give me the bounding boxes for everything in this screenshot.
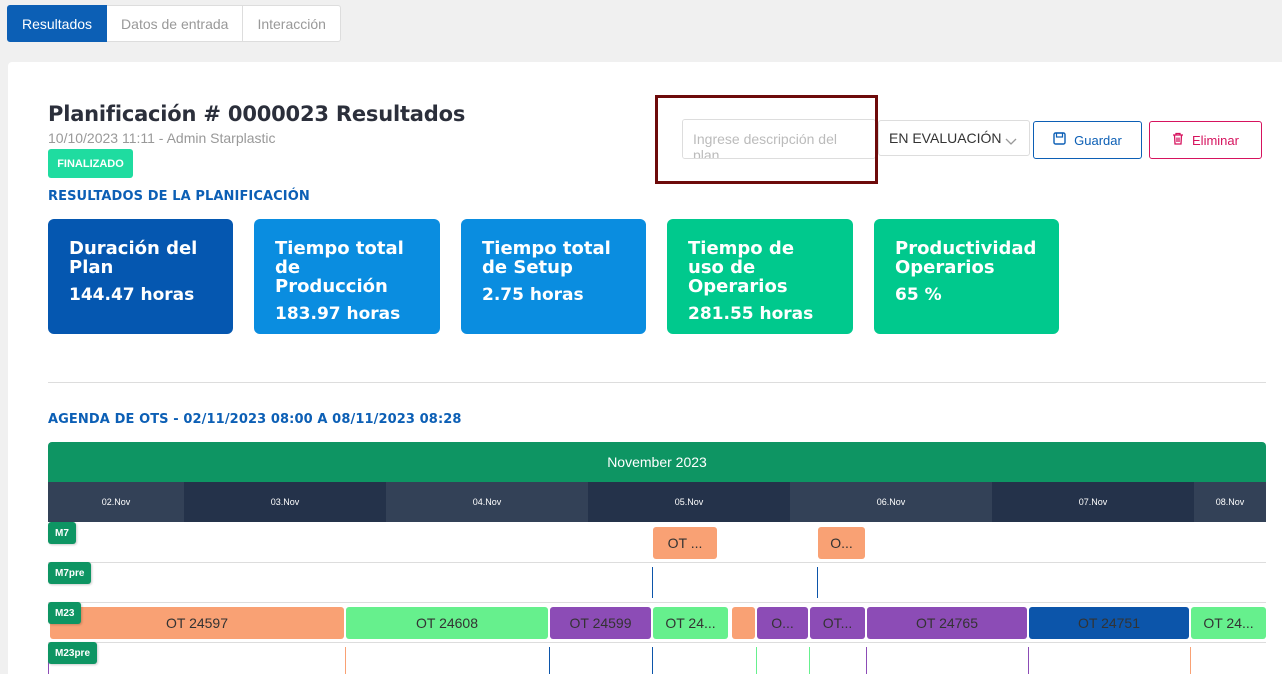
- save-button[interactable]: Guardar: [1033, 121, 1142, 159]
- machine-label-m7: M7: [48, 522, 76, 544]
- tab-bar: Resultados Datos de entrada Interacción: [7, 5, 341, 42]
- kpi-value: 65 %: [895, 285, 942, 305]
- row-separator: [48, 562, 1266, 563]
- day-column: 02.Nov: [48, 482, 184, 522]
- gantt-bar[interactable]: [732, 607, 755, 639]
- gantt-bar[interactable]: O...: [757, 607, 808, 639]
- gantt-bar[interactable]: OT 24...: [1191, 607, 1266, 639]
- setup-tick: [549, 647, 550, 674]
- setup-tick: [756, 647, 757, 674]
- setup-tick: [809, 647, 810, 674]
- day-column: 04.Nov: [386, 482, 588, 522]
- gantt-bar[interactable]: OT 24...: [653, 607, 728, 639]
- status-select-value: EN EVALUACIÓN: [889, 130, 1002, 146]
- kpi-card-operarios: Tiempo de uso de Operarios 281.55 horas: [667, 219, 853, 334]
- day-column: 08.Nov: [1194, 482, 1266, 522]
- save-icon: [1053, 132, 1074, 148]
- agenda-section-label: AGENDA DE OTS - 02/11/2023 08:00 A 08/11…: [48, 412, 462, 427]
- gantt-bar[interactable]: OT 24765: [867, 607, 1027, 639]
- day-column: 03.Nov: [184, 482, 386, 522]
- page-subtitle: 10/10/2023 11:11 - Admin Starplastic: [48, 130, 276, 146]
- tab-resultados[interactable]: Resultados: [7, 5, 108, 42]
- kpi-title: Tiempo total de Setup: [482, 238, 611, 278]
- status-select[interactable]: EN EVALUACIÓN: [878, 120, 1030, 156]
- kpi-title: Tiempo de uso de Operarios: [688, 238, 795, 297]
- kpi-card-setup: Tiempo total de Setup 2.75 horas: [461, 219, 646, 334]
- gantt-month-header: November 2023: [48, 442, 1266, 482]
- day-column: 06.Nov: [790, 482, 992, 522]
- results-section-label: RESULTADOS DE LA PLANIFICACIÓN: [48, 189, 310, 204]
- kpi-value: 2.75 horas: [482, 285, 584, 305]
- setup-tick: [345, 647, 346, 674]
- setup-tick: [652, 647, 653, 674]
- kpi-title: Duración del Plan: [69, 238, 198, 278]
- divider: [48, 382, 1266, 383]
- trash-icon: [1172, 132, 1192, 148]
- gantt-day-header: 02.Nov 03.Nov 04.Nov 05.Nov 06.Nov 07.No…: [48, 482, 1266, 522]
- delete-button[interactable]: Eliminar: [1149, 121, 1262, 159]
- tab-interaccion[interactable]: Interacción: [243, 5, 341, 42]
- gantt-bar[interactable]: OT 24597: [50, 607, 344, 639]
- machine-label-m23pre: M23pre: [48, 642, 98, 664]
- tab-datos-de-entrada[interactable]: Datos de entrada: [107, 5, 244, 42]
- row-separator: [48, 642, 1266, 643]
- kpi-title: Productividad Operarios: [895, 238, 1037, 278]
- gantt-bar[interactable]: OT 24608: [346, 607, 548, 639]
- machine-label-m7pre: M7pre: [48, 562, 92, 584]
- page-title: Planificación # 0000023 Resultados: [48, 102, 466, 126]
- setup-tick: [866, 647, 867, 674]
- kpi-card-produccion: Tiempo total de Producción 183.97 horas: [254, 219, 440, 334]
- kpi-card-duracion: Duración del Plan 144.47 horas: [48, 219, 233, 334]
- machine-label-m23: M23: [48, 602, 82, 624]
- kpi-value: 281.55 horas: [688, 304, 814, 324]
- kpi-title: Tiempo total de Producción: [275, 238, 404, 297]
- plan-description-input[interactable]: [682, 119, 876, 159]
- day-column: 05.Nov: [588, 482, 790, 522]
- setup-tick: [652, 567, 653, 598]
- setup-tick: [1190, 647, 1191, 674]
- status-badge: FINALIZADO: [48, 149, 133, 178]
- gantt-bar[interactable]: OT 24751: [1029, 607, 1189, 639]
- save-label: Guardar: [1074, 132, 1122, 148]
- row-separator: [48, 602, 1266, 603]
- gantt-bar[interactable]: O...: [818, 527, 865, 559]
- day-column: 07.Nov: [992, 482, 1194, 522]
- delete-label: Eliminar: [1192, 132, 1239, 148]
- gantt-bar[interactable]: OT ...: [653, 527, 717, 559]
- setup-tick: [1028, 647, 1029, 674]
- chevron-down-icon: [1005, 133, 1017, 149]
- kpi-value: 183.97 horas: [275, 304, 401, 324]
- gantt-bar[interactable]: OT 24599: [550, 607, 651, 639]
- kpi-value: 144.47 horas: [69, 285, 195, 305]
- gantt-bar[interactable]: OT...: [810, 607, 865, 639]
- kpi-card-productividad: Productividad Operarios 65 %: [874, 219, 1059, 334]
- setup-tick: [817, 567, 818, 598]
